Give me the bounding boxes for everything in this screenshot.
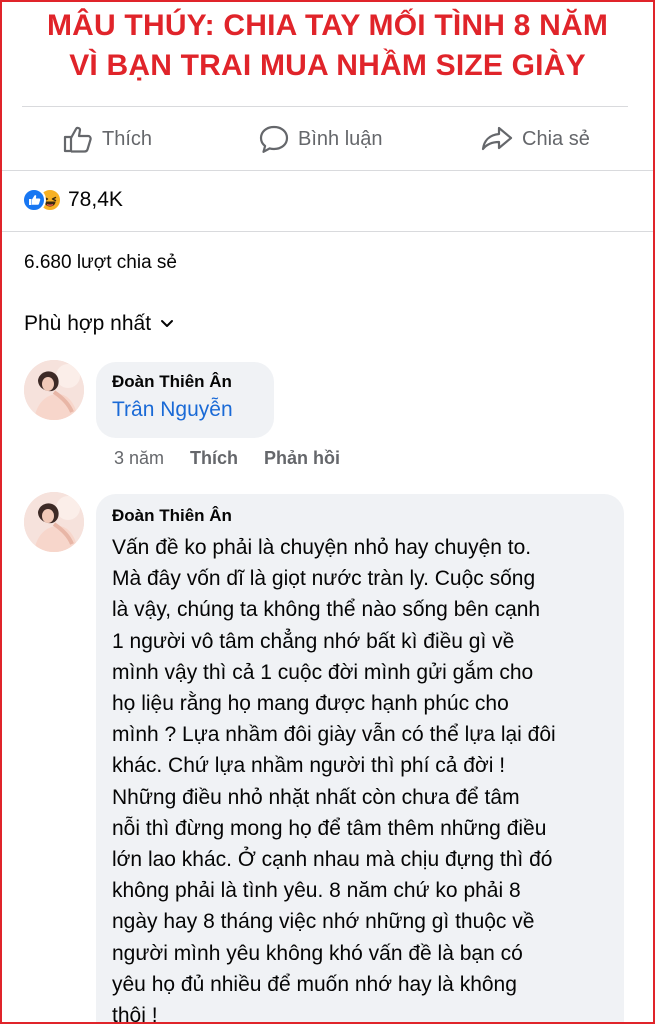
- reactions-summary[interactable]: 78,4K: [22, 188, 123, 212]
- avatar[interactable]: [24, 360, 84, 420]
- comment-line: Vấn đề ko phải là chuyện nhỏ hay chuyện …: [112, 536, 532, 559]
- avatar-photo: [24, 492, 84, 552]
- comment-line: khác. Chứ lựa nhầm người thì phí cả đời …: [112, 754, 506, 778]
- avatar[interactable]: [24, 492, 84, 552]
- post-actions-bar: Thích Bình luận Chia sẻ: [2, 108, 653, 170]
- comment-line: lớn lao khác. Ở cạnh nhau mà chịu đựng t…: [112, 848, 553, 872]
- comment-line: họ liệu rằng họ mang được hạnh phúc cho: [112, 692, 509, 716]
- comment-reply-button[interactable]: Phản hồi: [264, 448, 340, 469]
- comment-line: nỗi thì đừng mong họ để tâm thêm những đ…: [112, 816, 547, 840]
- share-action-button[interactable]: Chia sẻ: [480, 108, 590, 170]
- comment-bubble: Đoàn Thiên Ân Vấn đề ko phải là chuyện n…: [96, 494, 624, 1024]
- comment-line: mình ? Lựa nhầm đôi giày vẫn có thể lựa …: [112, 723, 556, 747]
- comment-bubble: Đoàn Thiên Ân Trân Nguyễn: [96, 362, 274, 438]
- chevron-down-icon: [161, 320, 174, 327]
- comment-line: là vậy, chúng ta không thể nào sống bên …: [112, 598, 541, 622]
- comment-line: yêu họ đủ nhiều để muốn nhớ hay là không: [112, 972, 517, 996]
- like-action-label: Thích: [102, 127, 153, 150]
- share-action-label: Chia sẻ: [522, 127, 590, 150]
- comment-action-button[interactable]: Bình luận: [258, 108, 383, 170]
- comment-line: người mình yêu không khó vấn đề là bạn c…: [112, 941, 523, 965]
- like-action-button[interactable]: Thích: [62, 108, 152, 170]
- divider: [22, 106, 628, 107]
- comment-line: thôi !: [112, 1004, 158, 1024]
- screenshot-frame: MÂU THÚY: CHIA TAY MỐI TÌNH 8 NĂM VÌ BẠN…: [0, 0, 655, 1024]
- comment-like-button[interactable]: Thích: [190, 448, 238, 469]
- comment-author[interactable]: Đoàn Thiên Ân: [112, 372, 258, 392]
- mention-link[interactable]: Trân Nguyễn: [112, 398, 258, 422]
- headline-line-1: MÂU THÚY: CHIA TAY MỐI TÌNH 8 NĂM: [46, 9, 609, 42]
- comment-line: Mà đây vốn dĩ là giọt nước tràn ly. Cuộc…: [112, 567, 536, 591]
- like-reaction-icon: [22, 188, 46, 212]
- comment-sort-dropdown[interactable]: Phù hợp nhất: [24, 312, 174, 336]
- divider: [2, 231, 653, 232]
- comment-action-label: Bình luận: [298, 127, 383, 150]
- reaction-count: 78,4K: [68, 188, 123, 211]
- sort-label: Phù hợp nhất: [24, 312, 152, 335]
- comment-body: Vấn đề ko phải là chuyện nhỏ hay chuyện …: [112, 532, 608, 1024]
- avatar-photo: [24, 360, 84, 420]
- headline-banner: MÂU THÚY: CHIA TAY MỐI TÌNH 8 NĂM VÌ BẠN…: [2, 6, 653, 86]
- comment-line: mình vậy thì cả 1 cuộc đời mình gửi gắm …: [112, 660, 534, 684]
- comment-line: 1 người vô tâm chẳng nhớ bất kì điều gì …: [112, 629, 515, 653]
- comment-time[interactable]: 3 năm: [114, 448, 164, 469]
- comment-line: không phải là tình yêu. 8 năm chứ ko phả…: [112, 879, 521, 903]
- comment-bubble-icon: [259, 125, 289, 153]
- comment-author[interactable]: Đoàn Thiên Ân: [112, 506, 608, 526]
- comment-line: Những điều nhỏ nhặt nhất còn chưa để tâm: [112, 785, 520, 809]
- share-arrow-icon: [481, 126, 513, 151]
- thumbs-up-icon: [63, 126, 92, 153]
- comment-line: ngày hay 8 tháng việc nhớ những gì thuộc…: [112, 910, 535, 934]
- comment-meta: 3 năm Thích Phản hồi: [114, 448, 366, 469]
- share-count-text[interactable]: 6.680 lượt chia sẻ: [24, 252, 177, 274]
- headline-line-2: VÌ BẠN TRAI MUA NHẦM SIZE GIÀY: [69, 49, 586, 82]
- divider: [2, 170, 653, 171]
